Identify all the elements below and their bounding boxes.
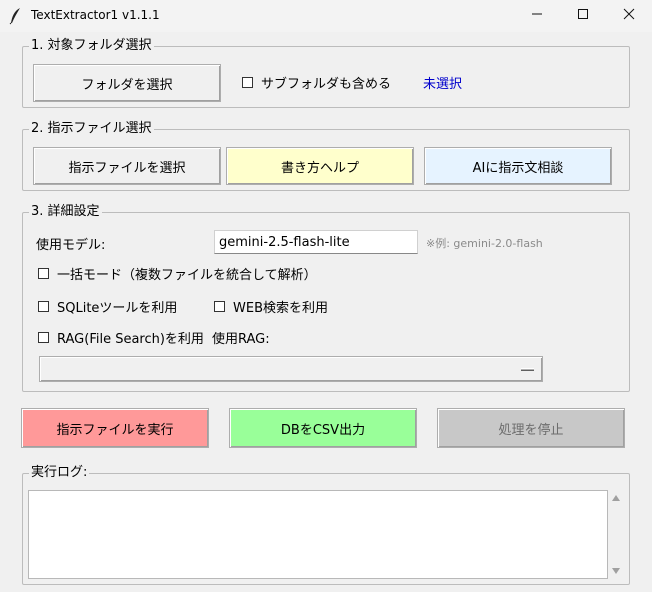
batch-mode-checkbox-box[interactable] [38, 268, 49, 279]
log-section-label: 実行ログ: [29, 465, 90, 481]
rag-label: RAG(File Search)を利用 [57, 332, 204, 347]
rag-select-label: 使用RAG: [212, 332, 270, 347]
instruction-section-label: 2. 指示ファイル選択 [29, 121, 154, 137]
detail-section: 3. 詳細設定 使用モデル: ※例: gemini-2.0-flash 一括モー… [22, 204, 630, 392]
web-search-checkbox[interactable]: WEB検索を利用 [214, 297, 328, 316]
dropdown-indicator-icon [521, 368, 534, 371]
sqlite-label: SQLiteツールを利用 [57, 301, 178, 316]
batch-mode-checkbox[interactable]: 一括モード（複数ファイルを統合して解析） [38, 264, 317, 283]
run-instruction-button[interactable]: 指示ファイルを実行 [21, 408, 209, 448]
log-section: 実行ログ: [22, 465, 630, 585]
log-scrollbar[interactable] [608, 490, 625, 579]
instruction-section: 2. 指示ファイル選択 指示ファイルを選択 書き方ヘルプ AIに指示文相談 [22, 121, 630, 191]
model-label: 使用モデル: [36, 238, 106, 253]
sqlite-checkbox-box[interactable] [38, 301, 49, 312]
select-folder-button[interactable]: フォルダを選択 [33, 64, 221, 102]
folder-section-label: 1. 対象フォルダ選択 [29, 38, 154, 54]
model-input[interactable] [214, 230, 418, 254]
scroll-down-icon[interactable] [612, 568, 620, 574]
sqlite-checkbox[interactable]: SQLiteツールを利用 [38, 297, 177, 316]
folder-status: 未選択 [423, 77, 463, 92]
close-button[interactable] [606, 0, 652, 32]
subfolder-checkbox-box[interactable] [242, 77, 253, 88]
window-title: TextExtractor1 v1.1.1 [31, 8, 160, 22]
stop-processing-button[interactable]: 処理を停止 [437, 408, 625, 448]
detail-section-label: 3. 詳細設定 [29, 204, 102, 220]
rag-dropdown[interactable] [39, 356, 543, 382]
ai-consult-button[interactable]: AIに指示文相談 [424, 147, 612, 185]
minimize-icon [531, 8, 543, 24]
subfolder-checkbox[interactable]: サブフォルダも含める [242, 73, 391, 92]
web-search-label: WEB検索を利用 [233, 301, 328, 316]
folder-section: 1. 対象フォルダ選択 フォルダを選択 サブフォルダも含める 未選択 [22, 38, 630, 108]
maximize-icon [577, 8, 589, 24]
title-bar: TextExtractor1 v1.1.1 [0, 0, 652, 32]
select-instruction-file-button[interactable]: 指示ファイルを選択 [33, 147, 221, 185]
feather-icon [8, 7, 24, 25]
writing-help-button[interactable]: 書き方ヘルプ [226, 147, 414, 185]
scroll-up-icon[interactable] [612, 495, 620, 501]
minimize-button[interactable] [514, 0, 560, 32]
rag-checkbox[interactable]: RAG(File Search)を利用 [38, 328, 204, 347]
subfolder-checkbox-label: サブフォルダも含める [261, 77, 392, 92]
rag-checkbox-box[interactable] [38, 332, 49, 343]
batch-mode-label: 一括モード（複数ファイルを統合して解析） [57, 268, 317, 283]
log-textarea[interactable] [28, 490, 608, 579]
export-csv-button[interactable]: DBをCSV出力 [229, 408, 417, 448]
maximize-button[interactable] [560, 0, 606, 32]
close-icon [623, 8, 635, 24]
web-search-checkbox-box[interactable] [214, 301, 225, 312]
model-hint: ※例: gemini-2.0-flash [426, 237, 543, 250]
